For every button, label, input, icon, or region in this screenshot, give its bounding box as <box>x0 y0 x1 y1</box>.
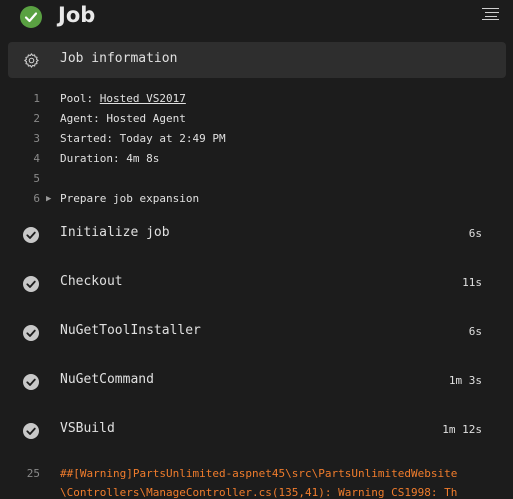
line-number: 4 <box>33 152 40 165</box>
warning-text-continued: \Controllers\ManageController.cs(135,41)… <box>60 486 458 499</box>
log-text: Agent: Hosted Agent <box>60 112 186 125</box>
step-duration: 1m 12s <box>442 423 482 436</box>
menu-lines-icon[interactable] <box>482 6 502 20</box>
step-name: VSBuild <box>60 421 115 436</box>
job-information-header[interactable]: Job information <box>8 42 506 78</box>
caret-right-icon[interactable]: ▶ <box>46 191 51 207</box>
line-number: 6 <box>33 192 40 205</box>
check-circle-icon <box>23 325 39 341</box>
step-nuget-command[interactable]: NuGetCommand 1m 3s <box>0 367 513 397</box>
step-nuget-tool-installer[interactable]: NuGetToolInstaller 6s <box>0 318 513 348</box>
line-number: 1 <box>33 92 40 105</box>
log-text: Started: Today at 2:49 PM <box>60 132 226 145</box>
step-checkout[interactable]: Checkout 11s <box>0 269 513 299</box>
step-name: NuGetCommand <box>60 372 154 387</box>
step-duration: 6s <box>468 325 482 338</box>
job-information-label: Job information <box>60 51 178 66</box>
step-duration: 11s <box>462 276 482 289</box>
warning-text: ##[Warning]PartsUnlimited-aspnet45\src\P… <box>60 467 458 480</box>
check-circle-icon <box>23 227 39 243</box>
step-name: NuGetToolInstaller <box>60 323 201 338</box>
log-text: Duration: 4m 8s <box>60 152 160 165</box>
line-number: 5 <box>33 172 40 185</box>
check-circle-icon <box>23 423 39 439</box>
pool-label: Pool: <box>60 92 100 105</box>
success-check-icon <box>20 6 42 28</box>
step-name: Initialize job <box>60 225 170 240</box>
step-duration: 6s <box>468 227 482 240</box>
step-vsbuild[interactable]: VSBuild 1m 12s <box>0 416 513 446</box>
line-number: 3 <box>33 132 40 145</box>
step-duration: 1m 3s <box>448 374 482 387</box>
pool-link[interactable]: Hosted VS2017 <box>100 92 186 105</box>
log-text: Prepare job expansion <box>60 192 200 205</box>
step-name: Checkout <box>60 274 123 289</box>
line-number: 25 <box>26 467 40 480</box>
page-title: Job <box>58 3 96 27</box>
page-header: Job <box>0 0 513 36</box>
check-circle-icon <box>23 374 39 390</box>
step-initialize-job[interactable]: Initialize job 6s <box>0 220 513 250</box>
line-number: 2 <box>33 112 40 125</box>
gear-icon <box>24 53 39 68</box>
check-circle-icon <box>23 276 39 292</box>
